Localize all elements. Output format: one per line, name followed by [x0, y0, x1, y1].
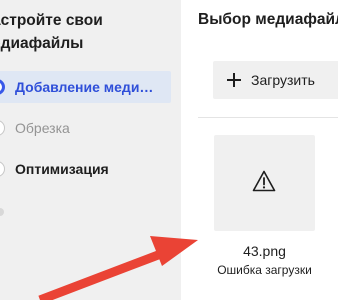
upload-button[interactable]: Загрузить [213, 61, 338, 99]
step-label: Добавление меди… [15, 79, 154, 95]
step-indicator [0, 161, 5, 177]
media-upload-error: Ошибка загрузки [217, 263, 312, 277]
step-optimization[interactable]: Оптимизация [0, 153, 171, 185]
step-indicator [0, 120, 5, 136]
warning-icon [252, 170, 276, 192]
steps-sidebar: астройте свои едиафайлы Добавление меди…… [0, 0, 181, 300]
sidebar-title: астройте свои едиафайлы [0, 9, 182, 55]
panel-title: Выбор медиафайл [198, 11, 338, 28]
upload-button-label: Загрузить [251, 72, 315, 88]
step-active-indicator [0, 79, 5, 95]
divider [198, 117, 338, 118]
sidebar-title-line-1: астройте свои [0, 12, 103, 29]
step-label: Оптимизация [15, 161, 109, 177]
step-crop[interactable]: Обрезка [0, 112, 171, 144]
media-import-window: астройте свои едиафайлы Добавление меди…… [0, 0, 338, 300]
sidebar-title-line-2: едиафайлы [0, 35, 84, 52]
media-file-name: 43.png [243, 243, 286, 259]
step-add-media[interactable]: Добавление меди… [0, 71, 171, 103]
step-label: Обрезка [15, 120, 70, 136]
plus-icon [227, 73, 241, 87]
step-indicator-partial [0, 208, 4, 216]
